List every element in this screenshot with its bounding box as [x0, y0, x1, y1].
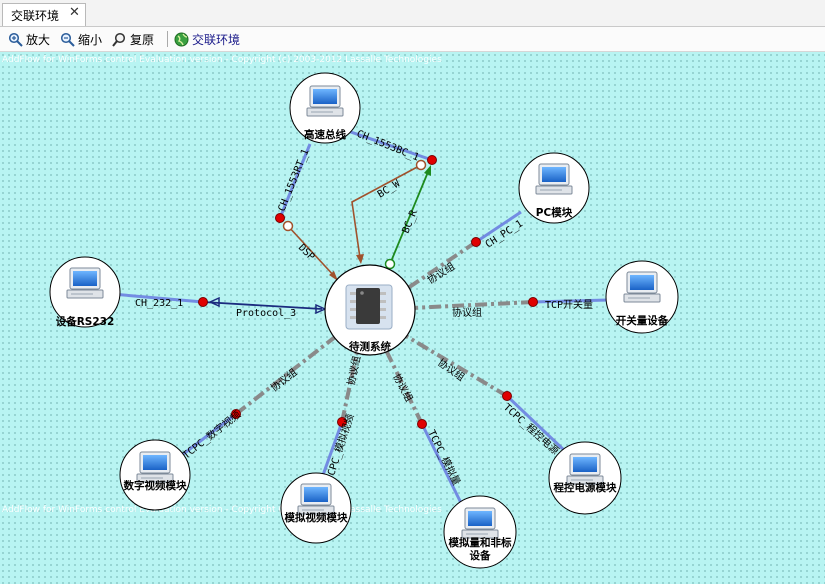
link-label-1553bc: CH_1553BC_1 [355, 129, 421, 164]
link-label-1553rt: CH_1553RT_1 [277, 148, 312, 214]
node-label-box-dv: 数字视频模块 [123, 480, 187, 492]
reset-zoom-icon [112, 32, 126, 47]
link-label-ch232: CH_232_1 [135, 298, 183, 309]
computer-icon [535, 163, 573, 195]
computer-icon [66, 267, 104, 299]
tab-env[interactable]: 交联环境 ✕ [2, 3, 86, 26]
zoom-out-button[interactable]: 缩小 [60, 30, 102, 48]
node-analog[interactable]: 模拟量和非标设备 [443, 495, 517, 571]
tab-label: 交联环境 [11, 9, 60, 23]
tab-bar: 交联环境 ✕ [0, 0, 825, 27]
port-dot[interactable] [502, 391, 512, 401]
link-label-group-analog: 协议组 [390, 371, 416, 404]
link-label-tcp: TCP开关量 [545, 298, 593, 311]
link-power[interactable] [505, 394, 568, 454]
node-label-box-analog: 模拟量和非标设备 [448, 537, 512, 562]
port-dot[interactable] [528, 297, 538, 307]
link-label-power: TCPC_程控电源 [501, 401, 562, 458]
node-label-av: 模拟视频模块 [284, 512, 348, 524]
port-dot[interactable] [198, 297, 208, 307]
computer-icon [461, 507, 499, 539]
node-label-bus: 高速总线 [304, 128, 346, 141]
node-label-switch: 开关量设备 [616, 314, 669, 327]
close-icon[interactable]: ✕ [69, 5, 80, 20]
reset-button[interactable]: 复原 [112, 30, 154, 48]
port-dot[interactable] [417, 419, 427, 429]
node-label-center: 待测系统 [349, 340, 391, 353]
node-label-power: 程控电源模块 [553, 482, 617, 494]
node-label-dv: 数字视频模块 [123, 480, 187, 492]
node-rs232[interactable]: 设备RS232 [49, 256, 121, 328]
node-bus[interactable]: 高速总线 [289, 72, 361, 144]
computer-icon [306, 85, 344, 117]
link-group-pc[interactable] [406, 240, 478, 290]
link-label-dsp: DSP [296, 242, 317, 263]
env-button[interactable]: 交联环境 [174, 30, 240, 48]
toolbar: 放大 缩小 复原 交联环境 [0, 27, 825, 52]
port-open-bcw[interactable] [415, 159, 427, 171]
zoom-in-icon [8, 32, 23, 47]
node-center[interactable]: 待测系统 [324, 264, 416, 356]
node-switch[interactable]: 开关量设备 [605, 260, 679, 334]
zoom-out-icon [60, 32, 75, 47]
port-open-bcr[interactable] [384, 258, 396, 270]
node-power[interactable]: 程控电源模块 [548, 441, 622, 516]
zoom-in-label: 放大 [26, 32, 51, 47]
arrow-bcw-icon [356, 254, 364, 264]
reset-label: 复原 [130, 32, 155, 47]
zoom-out-label: 缩小 [78, 32, 103, 47]
port-dot[interactable] [427, 155, 437, 165]
link-label-group-switch: 协议组 [452, 306, 482, 319]
link-label-dv: TCPC_数字视频 [180, 408, 243, 461]
watermark-bottom: AddFlow for WinForms control Evaluation … [2, 505, 442, 515]
port-dot[interactable] [275, 213, 285, 223]
link-label-analog: TCPC_模拟量 [425, 428, 463, 488]
computer-icon [566, 453, 604, 485]
globe-icon [174, 32, 189, 46]
node-label-pc: PC模块 [536, 206, 573, 219]
link-label-group-av: 协议组 [344, 355, 363, 387]
link-label-protocol: Protocol_3 [236, 308, 296, 319]
node-label-box-av: 模拟视频模块 [284, 512, 348, 524]
zoom-in-button[interactable]: 放大 [8, 30, 50, 48]
node-label-box-power: 程控电源模块 [553, 482, 617, 494]
node-pc[interactable]: PC模块 [518, 152, 590, 224]
port-open-dsp[interactable] [282, 220, 294, 232]
link-label-bcr: BC_R [401, 208, 421, 235]
node-label-rs232: 设备RS232 [56, 315, 115, 328]
computer-icon [623, 271, 661, 303]
node-av[interactable]: 模拟视频模块 [276, 472, 356, 546]
link-label-group-dv: 协议组 [268, 366, 300, 395]
watermark-top: AddFlow for WinForms control Evaluation … [2, 55, 442, 65]
toolbar-separator [167, 31, 168, 47]
node-label-analog: 模拟量和非标设备 [448, 537, 512, 562]
port-dot[interactable] [471, 237, 481, 247]
env-label: 交联环境 [192, 32, 241, 47]
computer-icon [297, 483, 335, 515]
link-group-power[interactable] [404, 334, 509, 398]
computer-icon [136, 451, 174, 483]
diagram: AddFlow for WinForms control Evaluation … [2, 55, 679, 571]
